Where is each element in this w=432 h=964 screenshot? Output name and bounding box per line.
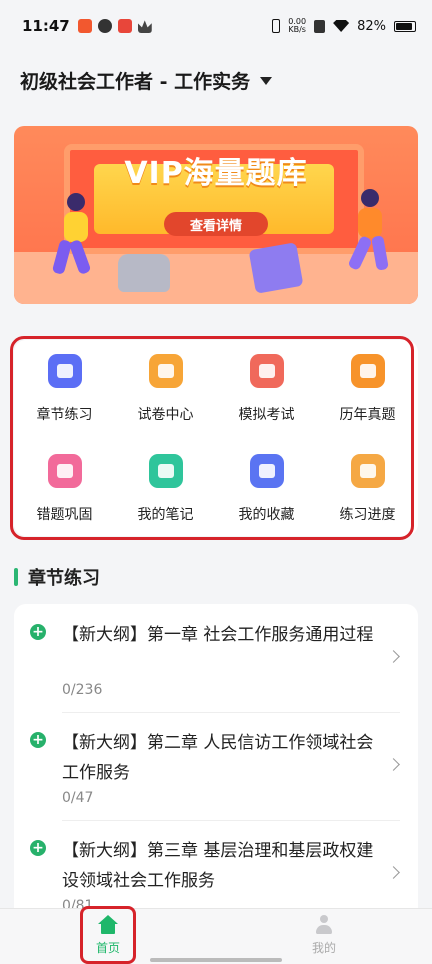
page-header[interactable]: 初级社会工作者 - 工作实务 — [0, 52, 432, 108]
nav-me-label: 我的 — [311, 941, 336, 955]
chapter-practice-icon — [47, 354, 82, 388]
bottom-navigation: 首页 我的 — [0, 908, 432, 964]
grid-item-my-notes[interactable]: 我的笔记 — [115, 454, 216, 524]
notes-icon — [148, 454, 183, 488]
past-papers-icon — [350, 354, 385, 388]
grid-item-label: 模拟考试 — [238, 407, 295, 423]
feature-grid: 章节练习 试卷中心 模拟考试 历年真题 错题巩固 我的笔记 我的收藏 练习进度 — [14, 354, 418, 524]
chapter-title: 【新大纲】第一章 社会工作服务通用过程 — [62, 625, 374, 645]
grid-item-chapter-practice[interactable]: 章节练习 — [14, 354, 115, 424]
chapter-list: + 【新大纲】第一章 社会工作服务通用过程 0/236 + 【新大纲】第二章 人… — [14, 604, 418, 924]
list-item[interactable]: + 【新大纲】第二章 人民信访工作领域社会工作服务 0/47 — [14, 712, 418, 820]
vibrate-icon — [272, 19, 281, 33]
favorites-icon — [249, 454, 284, 488]
chevron-right-icon — [387, 758, 400, 771]
net-speed-unit: KB/s — [288, 25, 306, 34]
battery-percent: 82% — [357, 18, 386, 34]
grid-item-past-papers[interactable]: 历年真题 — [317, 354, 418, 424]
grid-item-label: 我的笔记 — [137, 507, 194, 523]
expand-plus-icon[interactable]: + — [30, 732, 46, 748]
vip-banner[interactable]: VIP海量题库 查看详情 — [14, 126, 418, 304]
expand-plus-icon[interactable]: + — [30, 840, 46, 856]
grid-item-label: 章节练习 — [36, 407, 93, 423]
crown-icon — [137, 20, 152, 33]
section-accent-bar — [14, 568, 18, 586]
status-bar: 11:47 0.00 KB/s 82% — [0, 0, 432, 52]
grid-item-my-favorites[interactable]: 我的收藏 — [216, 454, 317, 524]
grid-item-label: 历年真题 — [339, 407, 396, 423]
sim-icon — [314, 19, 326, 33]
progress-icon — [350, 454, 385, 488]
wifi-icon — [333, 20, 350, 32]
calculator-illustration — [248, 242, 304, 294]
chevron-right-icon — [387, 866, 400, 879]
notification-app-icon — [117, 19, 132, 33]
mock-exam-icon — [249, 354, 284, 388]
status-time: 11:47 — [22, 17, 70, 35]
grid-item-mock-exam[interactable]: 模拟考试 — [216, 354, 317, 424]
exam-title[interactable]: 初级社会工作者 - 工作实务 — [20, 67, 250, 94]
grid-item-label: 练习进度 — [339, 507, 396, 523]
grid-item-label: 试卷中心 — [137, 407, 194, 423]
chapter-progress: 0/47 — [62, 790, 94, 806]
nav-me[interactable]: 我的 — [294, 915, 354, 956]
gesture-bar[interactable] — [150, 958, 282, 962]
section-title: 章节练习 — [28, 568, 100, 589]
grid-item-label: 错题巩固 — [36, 507, 93, 523]
notification-app-icon — [97, 19, 112, 33]
battery-icon — [394, 20, 416, 32]
notification-app-icon — [77, 19, 92, 33]
list-item[interactable]: + 【新大纲】第一章 社会工作服务通用过程 0/236 — [14, 604, 418, 712]
runner-illustration — [349, 189, 389, 270]
paper-center-icon — [148, 354, 183, 388]
net-speed: 0.00 KB/s — [288, 18, 306, 34]
telephone-illustration — [118, 254, 170, 292]
user-icon — [314, 915, 334, 935]
chapter-title: 【新大纲】第二章 人民信访工作领域社会工作服务 — [62, 733, 374, 783]
grid-item-label: 我的收藏 — [238, 507, 295, 523]
grid-item-paper-center[interactable]: 试卷中心 — [115, 354, 216, 424]
highlight-outline — [80, 906, 136, 964]
expand-plus-icon[interactable]: + — [30, 624, 46, 640]
view-details-button[interactable]: 查看详情 — [164, 212, 268, 236]
grid-item-wrong-questions[interactable]: 错题巩固 — [14, 454, 115, 524]
section-header: 章节练习 — [14, 564, 100, 590]
chapter-progress: 0/236 — [62, 682, 103, 698]
chapter-title: 【新大纲】第三章 基层治理和基层政权建设领域社会工作服务 — [62, 841, 374, 891]
feature-grid-card: 章节练习 试卷中心 模拟考试 历年真题 错题巩固 我的笔记 我的收藏 练习进度 — [14, 340, 418, 536]
runner-illustration — [52, 193, 91, 274]
chevron-right-icon — [387, 650, 400, 663]
wrong-questions-icon — [47, 454, 82, 488]
caret-down-icon[interactable] — [260, 77, 273, 85]
grid-item-practice-progress[interactable]: 练习进度 — [317, 454, 418, 524]
